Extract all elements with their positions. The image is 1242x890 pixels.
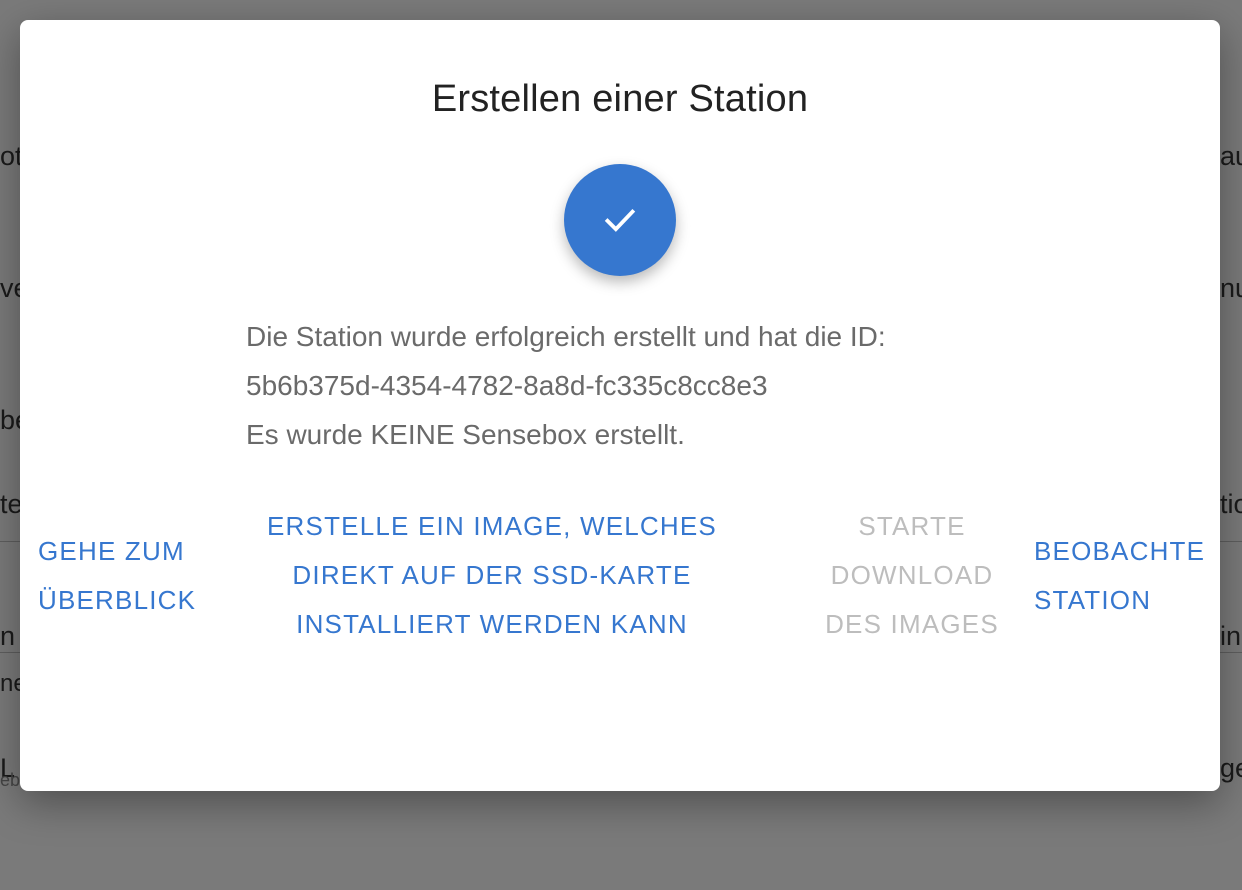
- background-divider: [1220, 652, 1242, 653]
- background-text: eb: [0, 770, 20, 790]
- background-text: ot: [0, 141, 20, 171]
- success-message: Die Station wurde erfolgreich erstellt u…: [246, 312, 1046, 459]
- create-station-dialog: Erstellen einer Station Die Station wurd…: [20, 20, 1220, 791]
- background-text: ve: [0, 273, 20, 303]
- button-label-line: STATION: [1034, 585, 1152, 615]
- button-label-line: DOWNLOAD: [830, 560, 994, 590]
- background-text-right-mid: tio in ge: [1220, 394, 1242, 878]
- button-label-line: INSTALLIERT WERDEN KANN: [296, 609, 688, 639]
- button-label-line: DIREKT AUF DER SSD-KARTE: [292, 560, 692, 590]
- go-to-overview-button[interactable]: GEHE ZUM ÜBERBLICK: [38, 527, 196, 625]
- background-divider: [0, 652, 20, 653]
- background-text: nu: [1220, 273, 1242, 303]
- message-line: Es wurde KEINE Sensebox erstellt.: [246, 419, 685, 450]
- background-text: tio: [1220, 489, 1242, 519]
- checkmark-icon: [600, 200, 640, 240]
- start-download-button[interactable]: STARTE DOWNLOAD DES IMAGES: [812, 502, 1012, 649]
- success-badge: [564, 164, 676, 276]
- station-id: 5b6b375d-4354-4782-8a8d-fc335c8cc8e3: [246, 370, 768, 401]
- message-line: Die Station wurde erfolgreich erstellt u…: [246, 321, 886, 352]
- create-image-button[interactable]: ERSTELLE EIN IMAGE, WELCHES DIREKT AUF D…: [246, 502, 738, 649]
- background-divider: [1220, 541, 1242, 542]
- background-text-right-top: au nu: [1220, 46, 1242, 398]
- button-label-line: DES IMAGES: [825, 609, 999, 639]
- button-label-line: GEHE ZUM: [38, 536, 185, 566]
- background-text: au: [1220, 141, 1242, 171]
- background-divider: [0, 541, 20, 542]
- dialog-title: Erstellen einer Station: [431, 78, 809, 120]
- button-label-line: ÜBERBLICK: [38, 585, 197, 615]
- background-text: te: [0, 489, 20, 519]
- button-label-line: BEOBACHTE: [1034, 536, 1206, 566]
- button-label-line: ERSTELLE EIN IMAGE, WELCHES: [267, 511, 717, 541]
- observe-station-button[interactable]: BEOBACHTE STATION: [1034, 527, 1205, 625]
- background-text-small: eb: [0, 670, 20, 890]
- background-text: ge: [1220, 753, 1242, 783]
- button-label-line: STARTE: [858, 511, 966, 541]
